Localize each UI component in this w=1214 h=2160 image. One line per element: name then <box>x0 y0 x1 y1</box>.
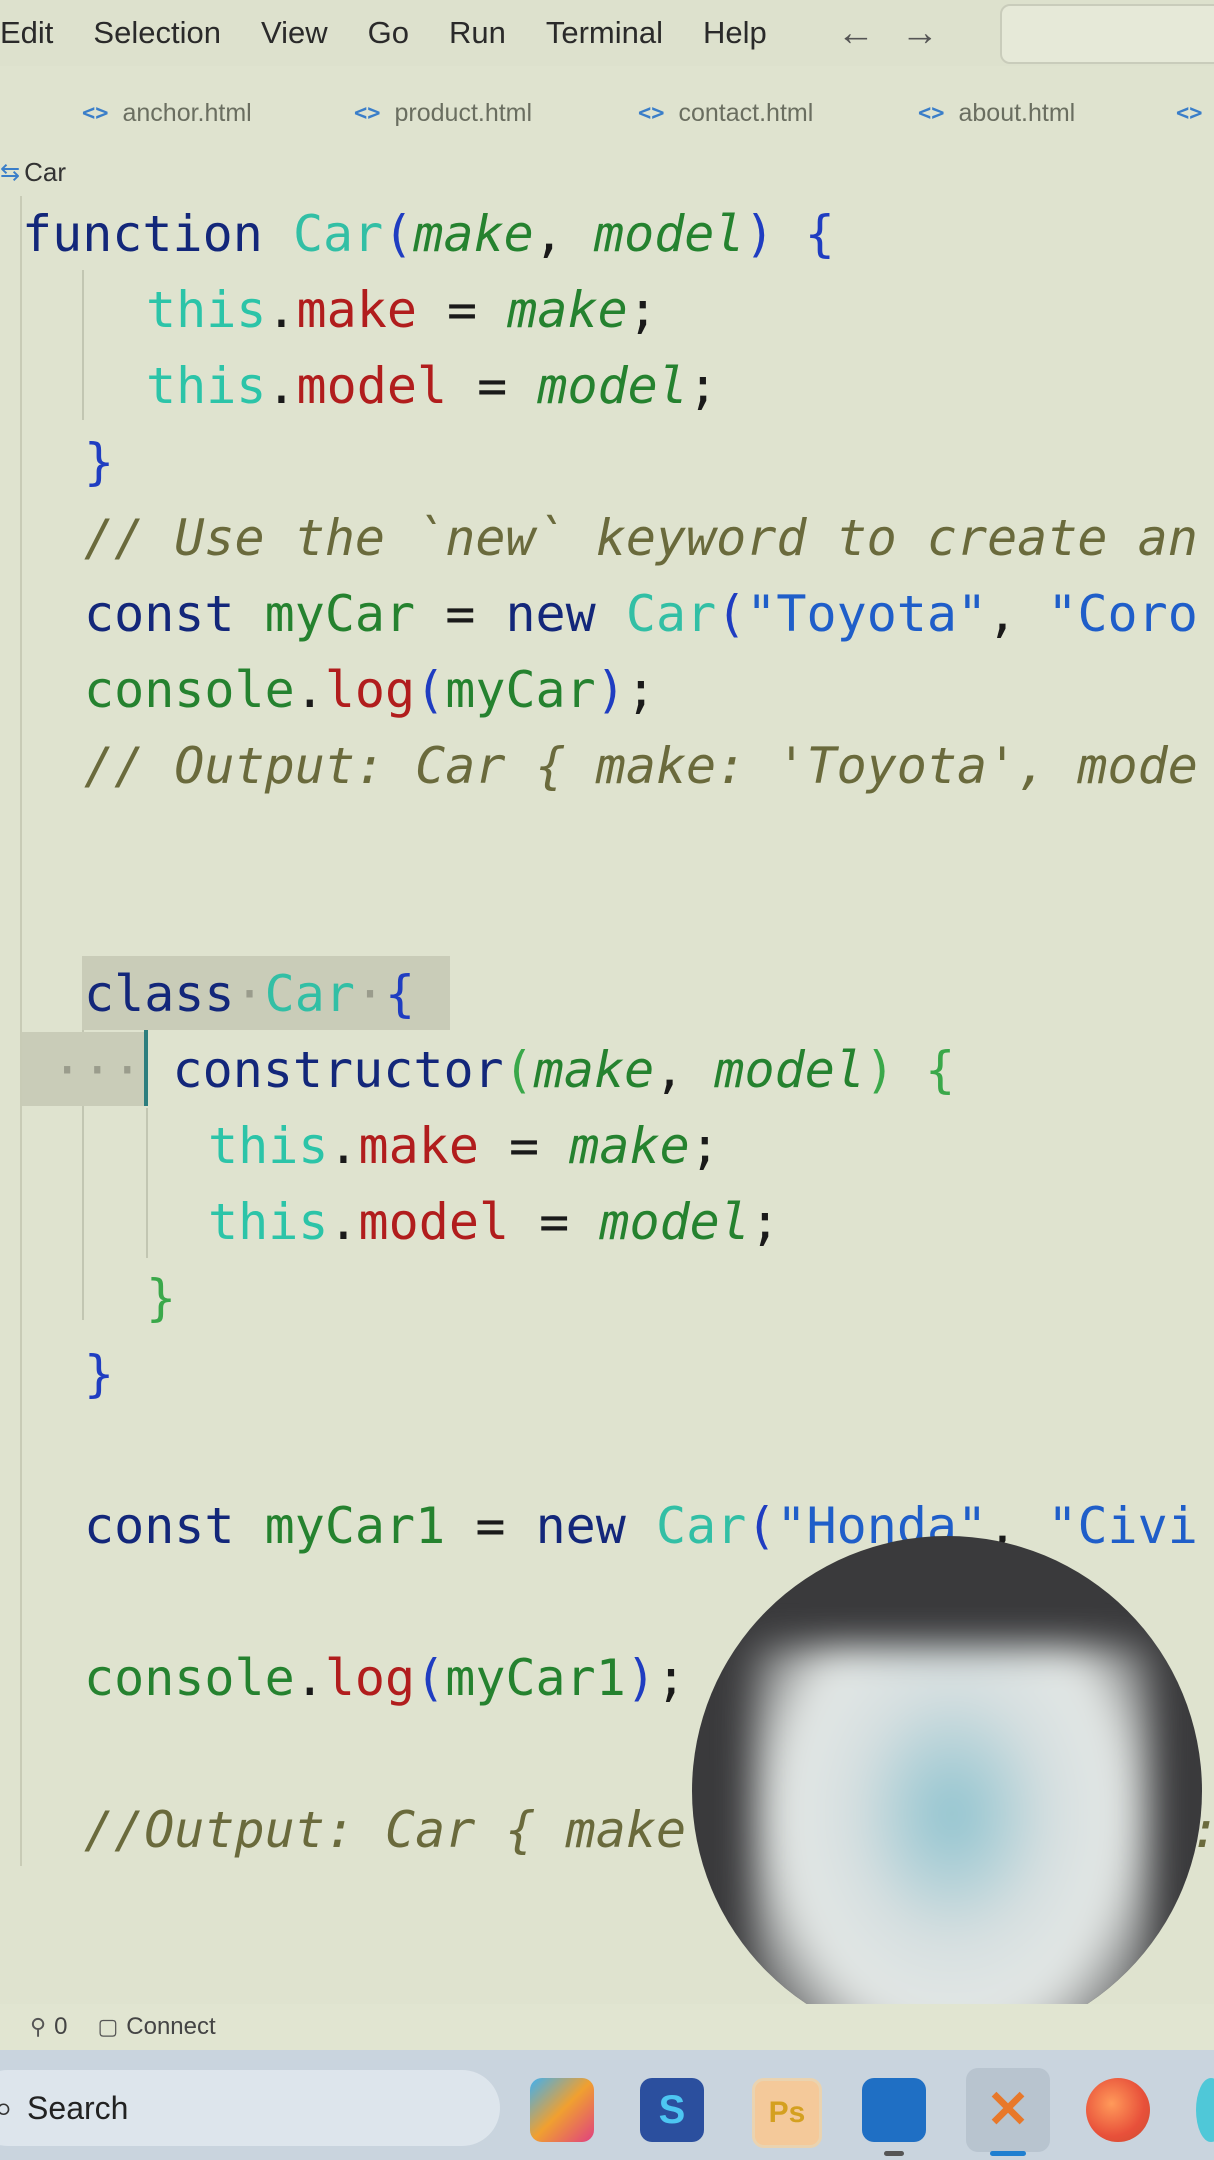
menu-edit[interactable]: Edit <box>0 15 53 51</box>
code-line: this.make = make; <box>146 281 658 339</box>
html-file-icon: <> <box>82 100 109 126</box>
code-line: ··· constructor(make, model) { <box>22 1041 956 1099</box>
code-line: console.log(myCar1); <box>84 1649 687 1707</box>
code-line: } <box>84 1345 115 1403</box>
code-line: console.log(myCar); <box>84 661 656 719</box>
code-line: } <box>84 433 115 491</box>
code-line: // Output: Car { make: 'Toyota', mode <box>84 737 1198 795</box>
photoshop-icon[interactable]: Ps <box>752 2078 822 2148</box>
tab-product-html[interactable]: <> product.html <box>354 99 532 128</box>
command-center-search[interactable] <box>1000 4 1214 64</box>
breadcrumb[interactable]: ⇆ Car <box>0 152 66 192</box>
ports-status[interactable]: ⚲ 0 <box>30 2013 67 2041</box>
menu-view[interactable]: View <box>261 15 328 51</box>
status-bar: ⚲ 0 ▢ Connect <box>0 2004 1214 2050</box>
active-indicator <box>990 2151 1026 2156</box>
menu-run[interactable]: Run <box>449 15 506 51</box>
menu-terminal[interactable]: Terminal <box>546 15 663 51</box>
sublime-text-icon[interactable]: S <box>640 2078 704 2142</box>
code-line: // Use the `new` keyword to create an <box>84 509 1198 567</box>
tab-contact-html[interactable]: <> contact.html <box>638 99 813 128</box>
edge-icon[interactable] <box>1086 2078 1150 2142</box>
tab-label: anchor.html <box>122 98 252 127</box>
tab-label: contact.html <box>678 98 814 127</box>
html-file-icon: <> <box>918 100 945 126</box>
vscode-icon[interactable]: ✕ <box>966 2068 1050 2152</box>
tab-label: about.html <box>958 98 1076 127</box>
code-line: function Car(make, model) { <box>22 205 835 263</box>
code-line: this.model = model; <box>146 357 718 415</box>
class-icon: ⇆ <box>0 158 21 186</box>
ports-count: 0 <box>54 2013 68 2040</box>
running-indicator <box>884 2151 904 2156</box>
code-line: } <box>146 1269 177 1327</box>
taskbar: ⌕ Search S Ps ✕ <box>0 2050 1214 2160</box>
editor-tabs: <> anchor.html <> product.html <> contac… <box>0 88 1214 138</box>
search-label: Search <box>27 2089 129 2126</box>
connect-label: Connect <box>126 2013 216 2040</box>
menu-help[interactable]: Help <box>703 15 767 51</box>
overflow-app-icon[interactable] <box>1196 2078 1214 2142</box>
tab-anchor-html[interactable]: <> anchor.html <box>82 99 252 128</box>
remote-icon: ▢ <box>97 2014 119 2039</box>
breadcrumb-label: Car <box>24 156 67 187</box>
code-line: this.make = make; <box>208 1117 720 1175</box>
back-arrow-icon[interactable]: ← <box>837 12 875 55</box>
connect-status[interactable]: ▢ Connect <box>97 2013 215 2041</box>
html-file-icon: <> <box>1176 100 1203 126</box>
code-line: this.model = model; <box>208 1193 780 1251</box>
file-explorer-icon[interactable] <box>862 2078 926 2142</box>
code-line: class·Car·{ <box>84 965 416 1023</box>
menu-selection[interactable]: Selection <box>93 15 221 51</box>
menu-bar: Edit Selection View Go Run Terminal Help… <box>0 0 1214 66</box>
tab-overflow[interactable]: <> <box>1176 101 1214 126</box>
copilot-icon[interactable] <box>530 2078 594 2142</box>
tab-label: product.html <box>394 98 533 127</box>
html-file-icon: <> <box>354 100 381 126</box>
search-icon: ⌕ <box>0 2088 14 2127</box>
forward-arrow-icon[interactable]: → <box>901 12 939 55</box>
webcam-overlay <box>692 1536 1202 2046</box>
html-file-icon: <> <box>638 100 665 126</box>
taskbar-search[interactable]: ⌕ Search <box>0 2070 500 2146</box>
webcam-person <box>752 1646 1152 2046</box>
code-line: //Output: Car { make <box>84 1801 687 1859</box>
code-line: const myCar = new Car("Toyota", "Coro <box>84 585 1198 643</box>
ports-icon: ⚲ <box>30 2014 47 2039</box>
tab-about-html[interactable]: <> about.html <box>918 99 1075 128</box>
menu-go[interactable]: Go <box>368 15 409 51</box>
